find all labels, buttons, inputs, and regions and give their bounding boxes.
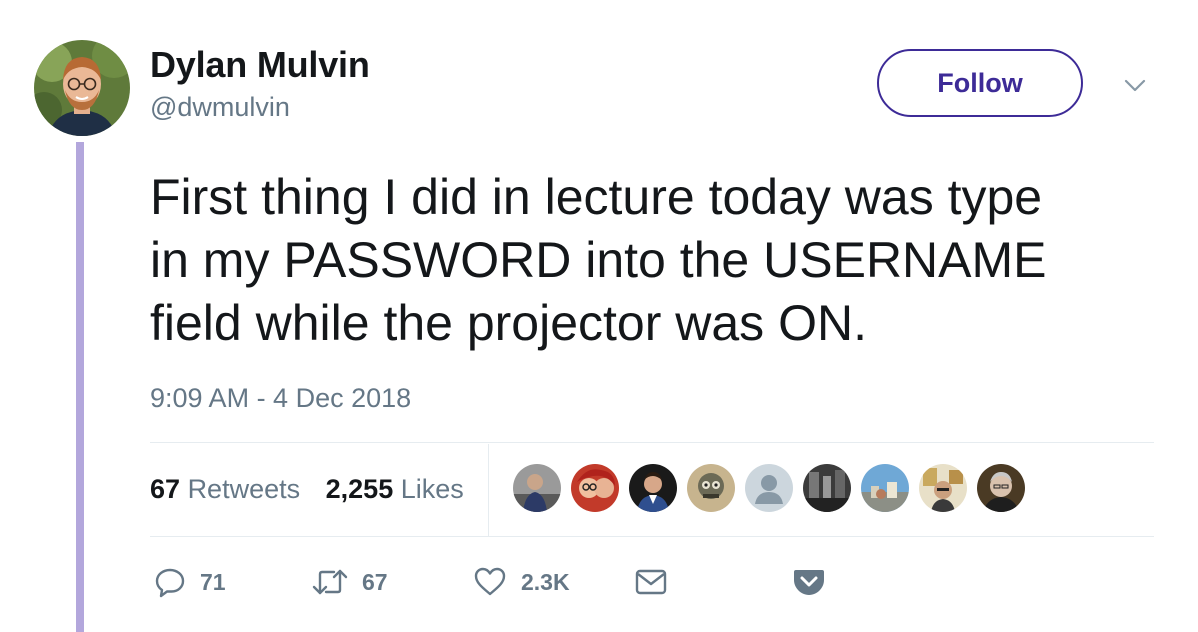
direct-message-icon	[635, 569, 667, 595]
liker-avatar[interactable]	[977, 464, 1025, 512]
likes-stat[interactable]: 2,255 Likes	[326, 474, 464, 505]
divider-bottom	[150, 536, 1154, 537]
like-button[interactable]: 2.3K	[473, 562, 570, 602]
reply-button[interactable]: 71	[154, 562, 226, 602]
liker-avatar[interactable]	[919, 464, 967, 512]
avatar[interactable]	[34, 40, 130, 136]
retweets-label: Retweets	[187, 474, 301, 504]
tweet-timestamp[interactable]: 9:09 AM - 4 Dec 2018	[150, 383, 411, 414]
pocket-button[interactable]	[793, 562, 825, 602]
stats-separator	[488, 444, 489, 536]
like-count: 2.3K	[521, 568, 570, 595]
retweets-stat[interactable]: 67 Retweets	[150, 474, 300, 505]
tweet-stats: 67 Retweets 2,255 Likes	[150, 474, 482, 505]
user-handle[interactable]: @dwmulvin	[150, 92, 290, 123]
reply-icon	[155, 568, 185, 598]
chevron-down-icon	[1124, 79, 1146, 92]
retweet-count: 67	[362, 568, 388, 595]
liker-avatar[interactable]	[513, 464, 561, 512]
like-icon	[474, 567, 506, 596]
follow-button[interactable]: Follow	[877, 49, 1083, 117]
display-name[interactable]: Dylan Mulvin	[150, 44, 370, 86]
retweets-count: 67	[150, 474, 181, 504]
likes-count: 2,255	[325, 474, 394, 504]
likers-avatars	[513, 464, 1035, 514]
liker-avatar[interactable]	[571, 464, 619, 512]
tweet-text: First thing I did in lecture today was t…	[150, 169, 1047, 351]
direct-message-button[interactable]	[635, 562, 667, 602]
liker-avatar[interactable]	[803, 464, 851, 512]
retweet-button[interactable]: 67	[312, 562, 388, 602]
divider-top	[150, 442, 1154, 443]
more-options-button[interactable]	[1120, 74, 1150, 98]
liker-avatar[interactable]	[687, 464, 735, 512]
likes-label: Likes	[400, 474, 464, 504]
liker-avatar[interactable]	[745, 464, 793, 512]
retweet-icon	[312, 569, 348, 595]
thread-line	[76, 142, 84, 632]
reply-count: 71	[200, 568, 226, 595]
liker-avatar[interactable]	[629, 464, 677, 512]
pocket-icon	[794, 570, 824, 595]
liker-avatar[interactable]	[861, 464, 909, 512]
